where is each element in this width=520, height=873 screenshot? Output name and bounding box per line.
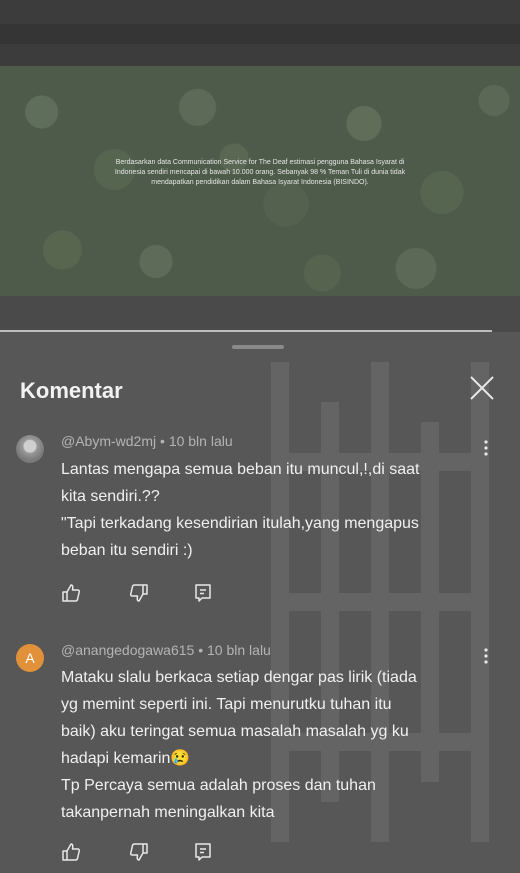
comment-age: 10 bln lalu (207, 642, 271, 658)
drag-handle[interactable] (232, 345, 284, 349)
thumbs-down-icon (129, 843, 148, 861)
more-vertical-icon (484, 440, 488, 456)
reply-button[interactable] (192, 841, 214, 863)
top-band (0, 24, 520, 44)
comment-text: Mataku slalu berkaca setiap dengar pas l… (61, 669, 417, 821)
close-icon (470, 376, 494, 400)
reply-icon (195, 843, 211, 861)
more-vertical-icon (484, 648, 488, 664)
comments-title: Komentar (20, 378, 123, 403)
close-button[interactable] (466, 372, 498, 404)
comment-age: 10 bln lalu (168, 433, 233, 449)
thumbs-down-icon (129, 584, 148, 602)
avatar[interactable]: A (16, 644, 44, 672)
thumbs-up-icon (62, 584, 81, 602)
video-caption: Berdasarkan data Communication Service f… (114, 159, 406, 186)
reply-button[interactable] (192, 582, 214, 604)
dislike-button[interactable] (128, 841, 150, 863)
reply-icon (195, 584, 211, 602)
comment-text: Lantas mengapa semua beban itu muncul,!,… (61, 461, 420, 559)
dislike-button[interactable] (128, 582, 150, 604)
comment-more-button[interactable] (478, 646, 494, 666)
top-bar (0, 0, 520, 66)
like-button[interactable] (60, 841, 82, 863)
comment-meta: @anangedogawa615 • 10 bln lalu (61, 642, 271, 658)
comment-author[interactable]: @Abym-wd2mj (61, 433, 156, 449)
video-player[interactable]: Berdasarkan data Communication Service f… (0, 66, 520, 296)
thumbs-up-icon (62, 843, 81, 861)
like-button[interactable] (60, 582, 82, 604)
comment-meta: @Abym-wd2mj • 10 bln lalu (61, 433, 233, 449)
avatar[interactable] (16, 435, 44, 463)
comment-author[interactable]: @anangedogawa615 (61, 642, 194, 658)
comment-more-button[interactable] (478, 438, 494, 458)
